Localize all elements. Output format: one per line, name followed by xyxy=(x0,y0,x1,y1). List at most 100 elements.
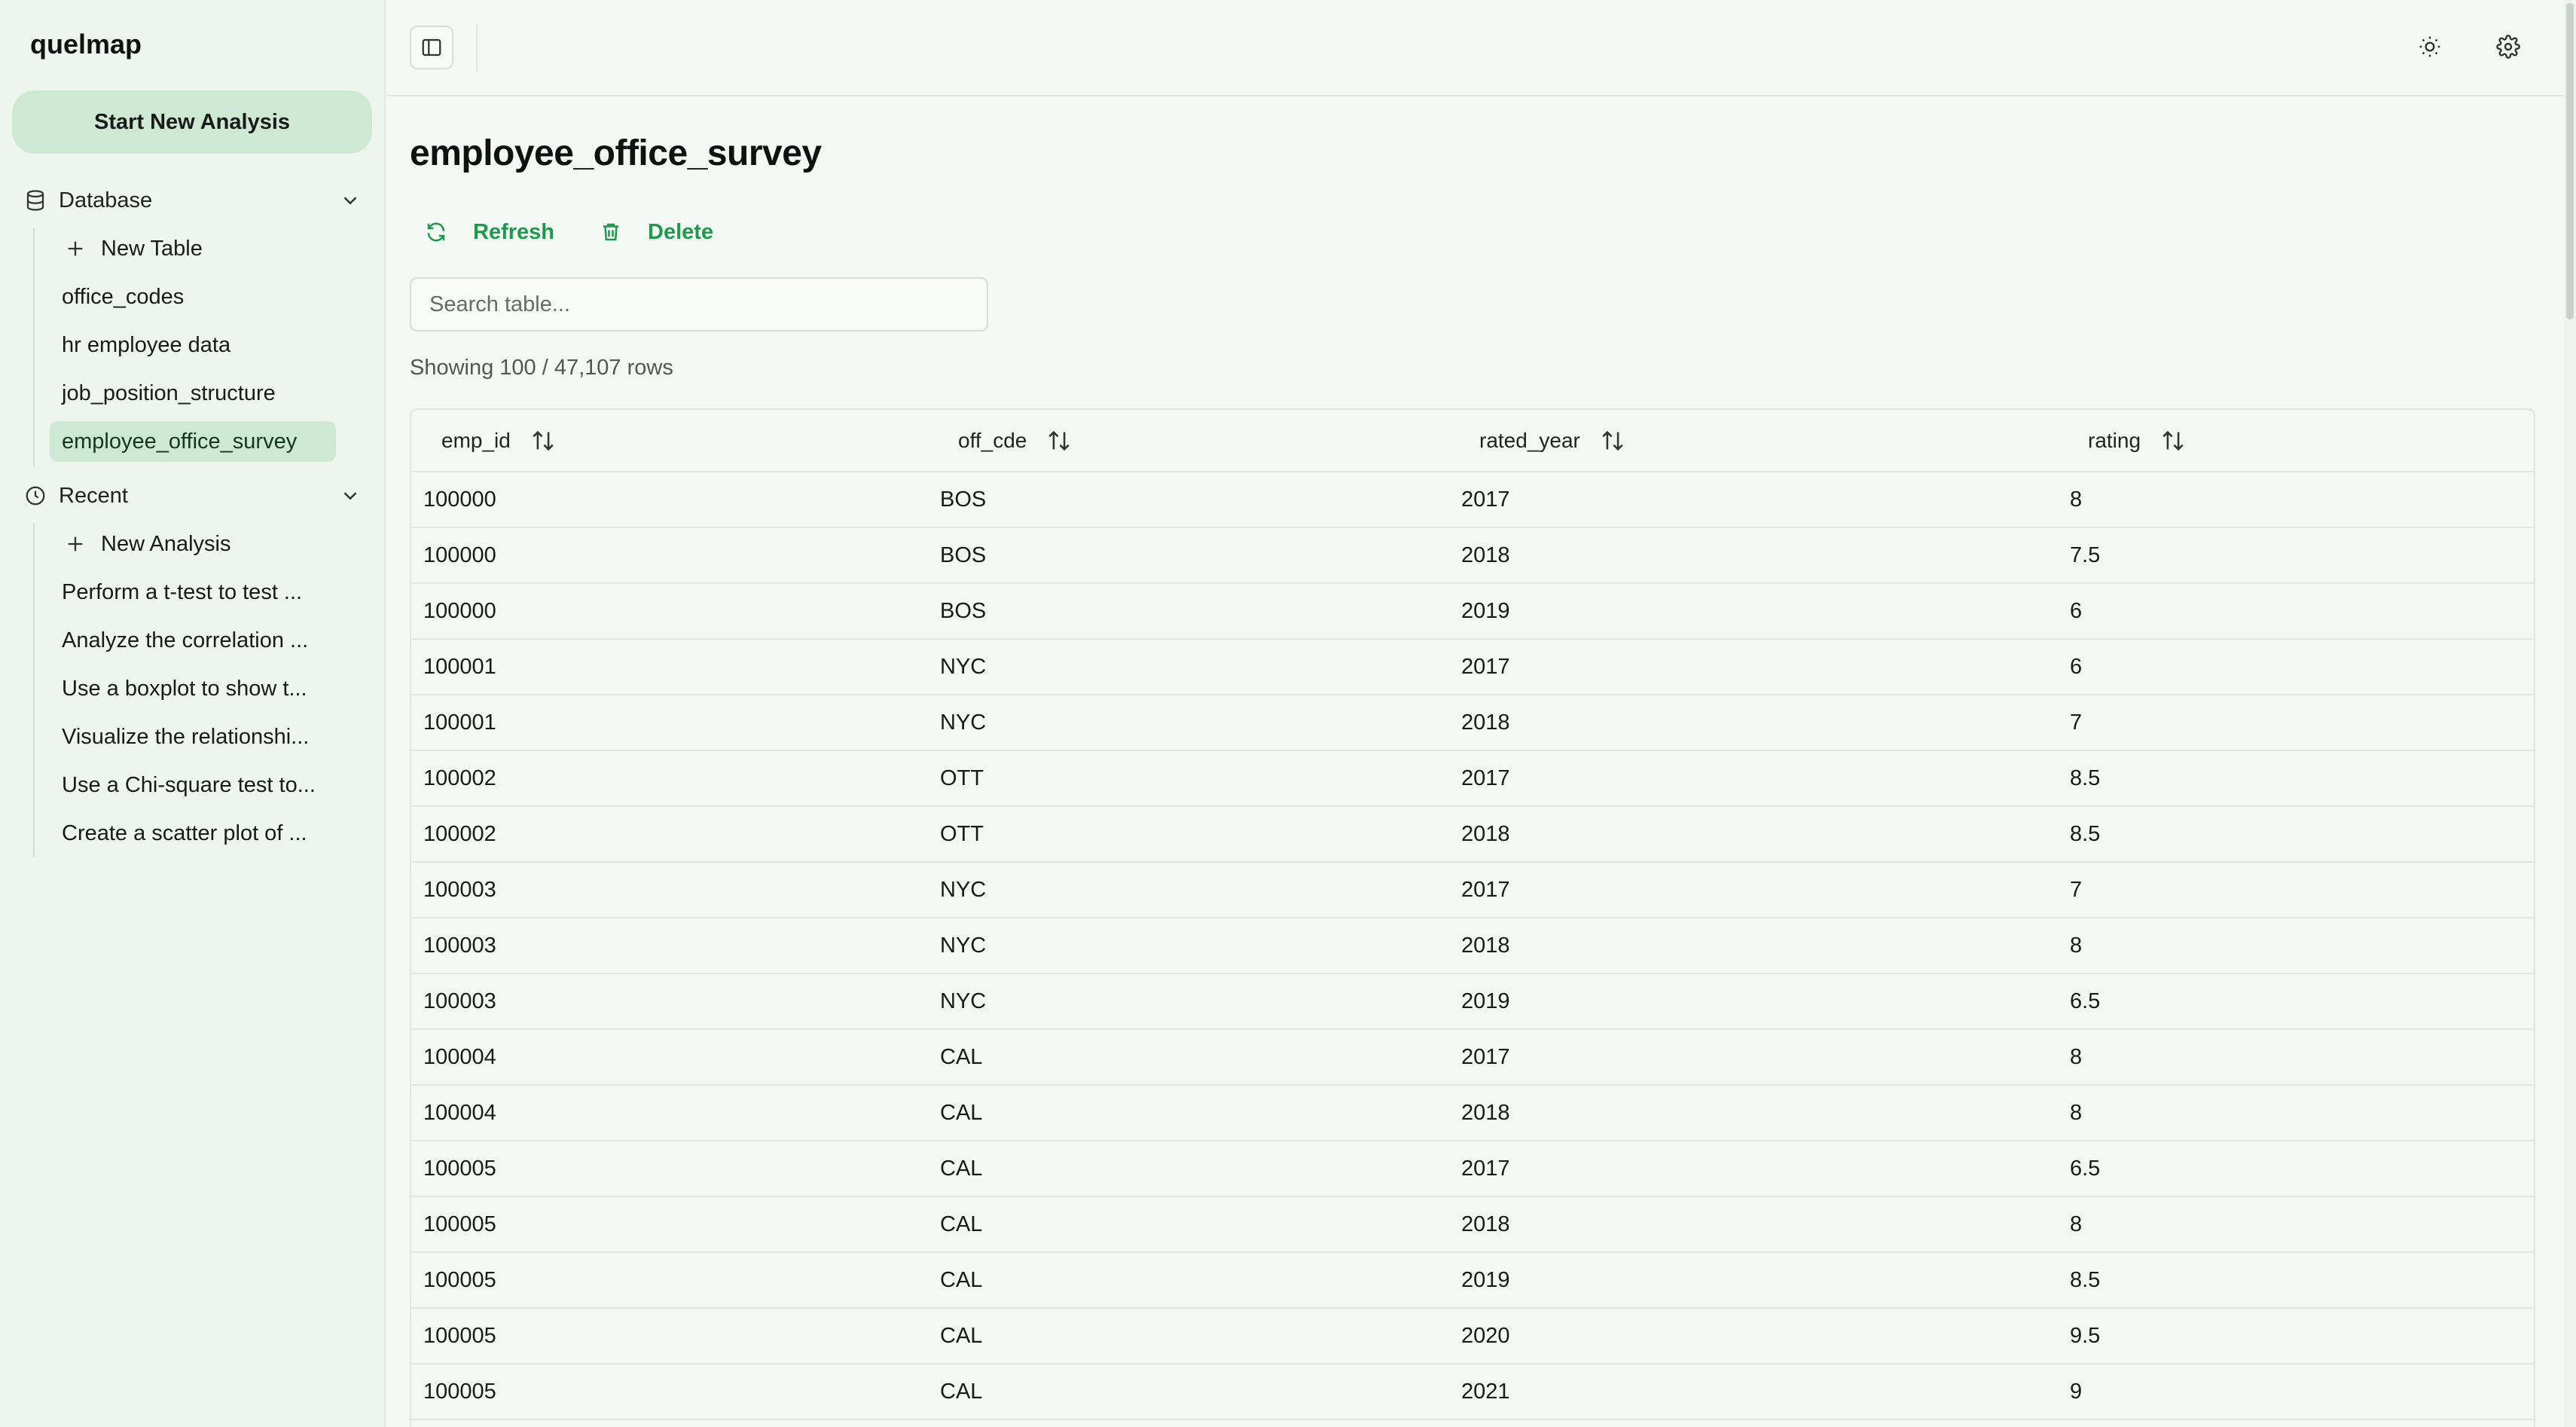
refresh-button[interactable]: Refresh xyxy=(425,211,554,253)
table-row[interactable]: 100005 CAL 2019 8.5 xyxy=(411,1252,2534,1309)
table-row[interactable]: 100003 NYC 2017 7 xyxy=(411,862,2534,918)
table-cell: 100003 xyxy=(411,862,928,918)
table-cell: 100004 xyxy=(411,1085,928,1141)
start-new-analysis-button[interactable]: Start New Analysis xyxy=(12,90,372,154)
chevron-down-icon[interactable] xyxy=(339,189,362,212)
recent-section-header[interactable]: Recent xyxy=(24,477,362,515)
theme-toggle-button[interactable] xyxy=(2413,30,2446,63)
sort-arrows-icon[interactable] xyxy=(2160,428,2186,454)
table-cell: 2017 xyxy=(1449,639,2058,695)
table-header-row: emp_id off_cde rated_year rating xyxy=(411,410,2534,472)
chevron-down-icon[interactable] xyxy=(339,484,362,507)
settings-button[interactable] xyxy=(2492,30,2525,63)
column-header-off-cde[interactable]: off_cde xyxy=(928,410,1449,472)
sidebar-table-office-codes[interactable]: office_codes xyxy=(50,277,336,317)
table-cell: 7 xyxy=(2058,695,2534,751)
sidebar-toggle-button[interactable] xyxy=(410,26,453,69)
table-row[interactable]: 100003 NYC 2019 6.5 xyxy=(411,973,2534,1030)
table-row[interactable]: 100004 CAL 2017 8 xyxy=(411,1029,2534,1086)
table-cell: 100003 xyxy=(411,918,928,974)
sidebar-table-hr-employee-data[interactable]: hr employee data xyxy=(50,325,336,365)
table-cell: BOS xyxy=(928,527,1449,584)
table-row[interactable]: 100005 CAL 2017 6.5 xyxy=(411,1141,2534,1197)
table-cell: 6.5 xyxy=(2058,1141,2534,1197)
search-table-input[interactable] xyxy=(410,277,988,332)
recent-item-t-test[interactable]: Perform a t-test to test ... xyxy=(50,572,336,613)
column-label: rating xyxy=(2088,428,2141,452)
table-row[interactable]: 100003 NYC 2018 8 xyxy=(411,918,2534,974)
recent-item-correlation[interactable]: Analyze the correlation ... xyxy=(50,620,336,661)
table-cell: 2017 xyxy=(1449,1419,2058,1427)
column-header-emp-id[interactable]: emp_id xyxy=(411,410,928,472)
table-cell: BOS xyxy=(928,472,1449,528)
sort-arrows-icon[interactable] xyxy=(530,428,556,454)
recent-item-boxplot[interactable]: Use a boxplot to show t... xyxy=(50,668,336,709)
table-cell: 100005 xyxy=(411,1252,928,1309)
table-cell: CAL xyxy=(928,1419,1449,1427)
sidebar-table-employee-office-survey[interactable]: employee_office_survey xyxy=(50,421,336,462)
table-cell: CAL xyxy=(928,1308,1449,1364)
delete-label: Delete xyxy=(648,219,714,244)
table-cell: 7.5 xyxy=(2058,527,2534,584)
page-title: employee_office_survey xyxy=(410,133,822,173)
database-icon xyxy=(24,189,47,212)
sun-icon xyxy=(2418,35,2442,59)
database-section-header[interactable]: Database xyxy=(24,182,362,219)
scrollbar-thumb[interactable] xyxy=(2566,3,2574,319)
tree-guide-line xyxy=(33,228,35,467)
recent-item-visualize[interactable]: Visualize the relationshi... xyxy=(50,717,336,757)
table-cell: 2017 xyxy=(1449,1029,2058,1086)
table-cell: OTT xyxy=(928,750,1449,807)
new-table-button[interactable]: New Table xyxy=(50,228,336,269)
table-row[interactable]: 100000 BOS 2018 7.5 xyxy=(411,527,2534,584)
table-cell: 8 xyxy=(2058,472,2534,528)
table-cell: 100005 xyxy=(411,1364,928,1420)
table-row[interactable]: 100005 CAL 2018 8 xyxy=(411,1196,2534,1253)
table-row[interactable]: 100000 BOS 2019 6 xyxy=(411,583,2534,640)
table-cell: 8 xyxy=(2058,1085,2534,1141)
sidebar-table-job-position-structure[interactable]: job_position_structure xyxy=(50,373,336,414)
table-cell: 8.5 xyxy=(2058,1252,2534,1309)
table-cell: 100001 xyxy=(411,695,928,751)
table-cell: CAL xyxy=(928,1029,1449,1086)
sort-arrows-icon[interactable] xyxy=(1600,428,1625,454)
new-table-label: New Table xyxy=(101,236,203,261)
table-row[interactable]: 100005 CAL 2020 9.5 xyxy=(411,1308,2534,1364)
table-cell: CAL xyxy=(928,1364,1449,1420)
table-cell: 2018 xyxy=(1449,806,2058,863)
new-analysis-label: New Analysis xyxy=(101,531,231,556)
table-cell: 7 xyxy=(2058,1419,2534,1427)
column-header-rating[interactable]: rating xyxy=(2058,410,2534,472)
table-cell: 100000 xyxy=(411,527,928,584)
plus-icon xyxy=(65,533,86,555)
table-row[interactable]: 100006CAL20177 xyxy=(411,1419,2534,1427)
table-row[interactable]: 100001 NYC 2018 7 xyxy=(411,695,2534,751)
table-cell: 9 xyxy=(2058,1364,2534,1420)
table-row[interactable]: 100000 BOS 2017 8 xyxy=(411,472,2534,528)
page-scrollbar[interactable] xyxy=(2564,0,2576,1427)
table-cell: 6.5 xyxy=(2058,973,2534,1030)
table-row[interactable]: 100002 OTT 2018 8.5 xyxy=(411,806,2534,863)
table-cell: 2021 xyxy=(1449,1364,2058,1420)
recent-item-chi-square[interactable]: Use a Chi-square test to... xyxy=(50,765,336,805)
data-table: emp_id off_cde rated_year rating 100000 B… xyxy=(410,408,2535,1427)
delete-button[interactable]: Delete xyxy=(600,211,713,253)
table-row[interactable]: 100001 NYC 2017 6 xyxy=(411,639,2534,695)
table-cell: 100005 xyxy=(411,1196,928,1253)
table-cell: 100004 xyxy=(411,1029,928,1086)
table-cell: 2018 xyxy=(1449,527,2058,584)
new-analysis-button[interactable]: New Analysis xyxy=(50,524,336,564)
plus-icon xyxy=(65,238,86,259)
table-cell: CAL xyxy=(928,1085,1449,1141)
table-cell: NYC xyxy=(928,918,1449,974)
table-row[interactable]: 100002 OTT 2017 8.5 xyxy=(411,750,2534,807)
column-header-rated-year[interactable]: rated_year xyxy=(1449,410,2058,472)
sort-arrows-icon[interactable] xyxy=(1046,428,1072,454)
refresh-label: Refresh xyxy=(473,219,554,244)
recent-item-scatter-plot[interactable]: Create a scatter plot of ... xyxy=(50,813,336,854)
column-label: off_cde xyxy=(958,428,1027,452)
table-row[interactable]: 100005 CAL 2021 9 xyxy=(411,1364,2534,1420)
table-cell: 8 xyxy=(2058,1196,2534,1253)
table-row[interactable]: 100004 CAL 2018 8 xyxy=(411,1085,2534,1141)
table-cell: 6 xyxy=(2058,639,2534,695)
